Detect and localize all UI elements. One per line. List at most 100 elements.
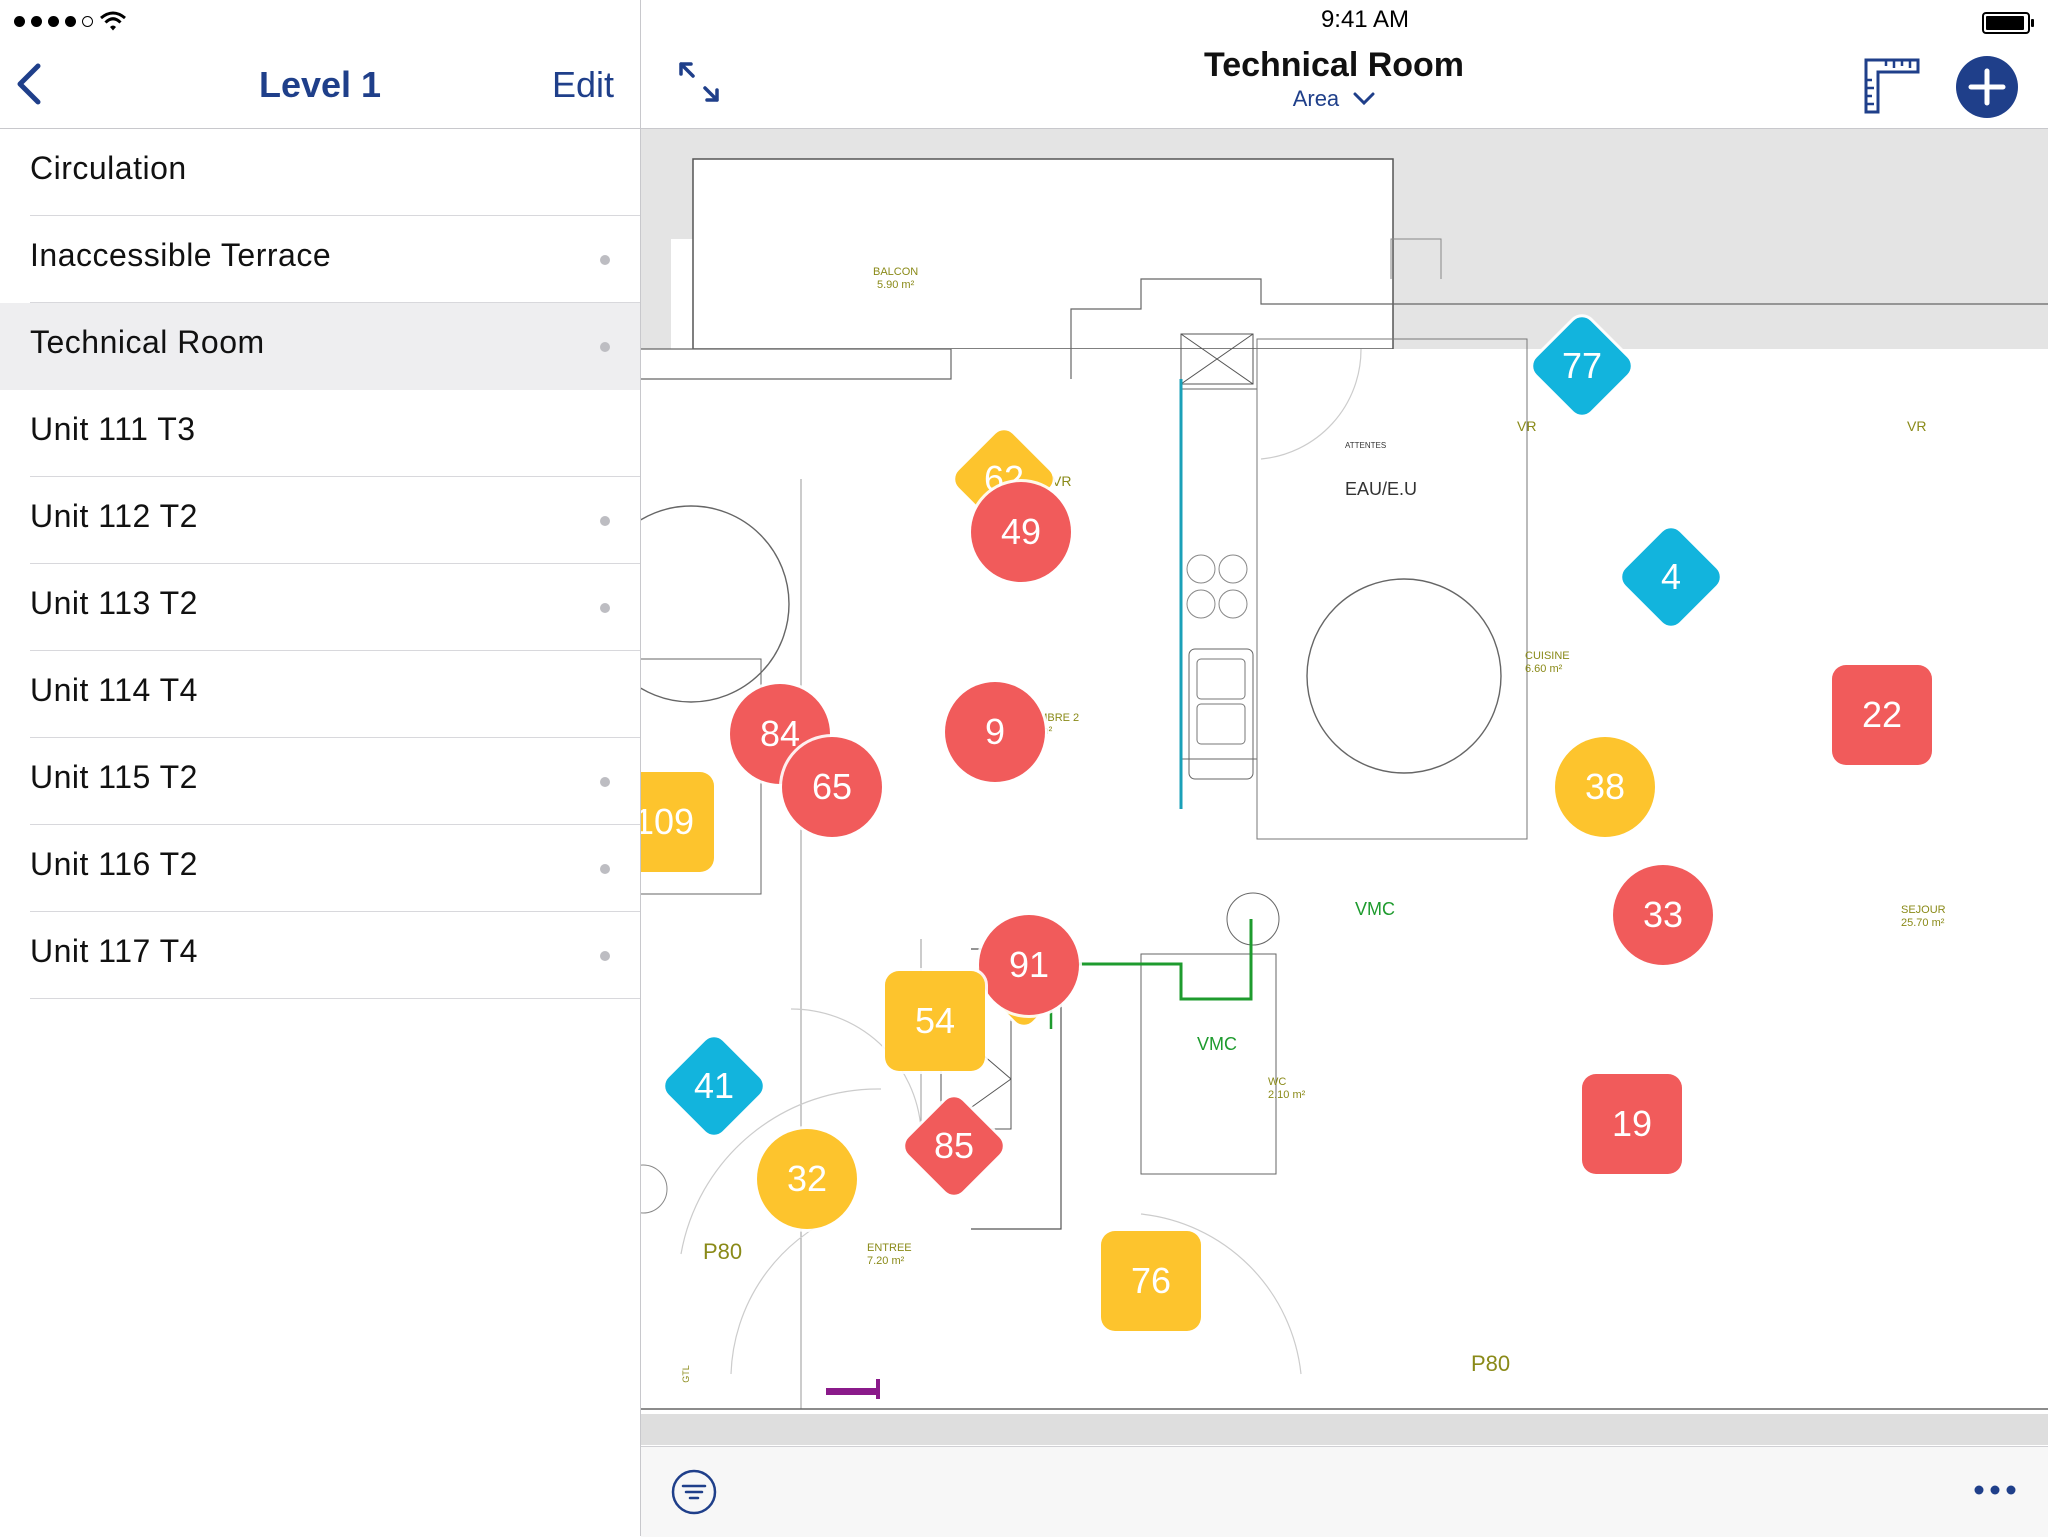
issue-number: 19 [1611, 1103, 1653, 1144]
issue-pin[interactable]: 9 [945, 682, 1045, 782]
list-item[interactable]: Unit 112 T2 [30, 477, 640, 564]
plan-annotation: P80 [1471, 1351, 1511, 1376]
issue-number: 76 [1130, 1260, 1172, 1301]
plan-annotation: VMC [1355, 899, 1395, 919]
issue-number: 109 [641, 801, 695, 842]
issue-pin[interactable]: 32 [757, 1129, 857, 1229]
plan-view: 9:41 AM Technical Room Area BALCON 5.90 … [641, 0, 2048, 1537]
issue-indicator-dot [600, 864, 610, 874]
issue-indicator-dot [600, 516, 610, 526]
issue-number: 77 [1561, 344, 1603, 386]
add-button[interactable] [1956, 56, 2018, 118]
area-sidebar: Level 1 Edit Circulation Inaccessible Te… [0, 0, 641, 1536]
area-title: Technical Room [1203, 46, 1465, 84]
edit-button[interactable]: Edit [552, 64, 614, 106]
floor-plan-canvas[interactable]: BALCON 5.90 m² CHAMBRE 2 9.10 m² CUISINE… [641, 129, 2048, 1445]
signal-dot [31, 15, 42, 27]
area-label: Unit 112 T2 [30, 498, 198, 534]
issue-pin[interactable]: 76 [1101, 1231, 1201, 1331]
area-label: Circulation [30, 150, 187, 186]
issue-number: 85 [933, 1124, 975, 1166]
issue-number: 32 [786, 1158, 828, 1199]
area-label: Unit 116 T2 [30, 846, 198, 882]
sidebar-nav-bar: Level 1 Edit [0, 44, 640, 129]
issue-pin[interactable]: 54 [885, 971, 985, 1071]
issue-pin[interactable]: 33 [1613, 865, 1713, 965]
issue-indicator-dot [600, 342, 610, 352]
list-item[interactable]: Unit 114 T4 [30, 651, 640, 738]
room-label-cuisine: CUISINE 6.60 m² [1525, 650, 1570, 676]
plan-annotation: VMC [1197, 1034, 1237, 1054]
issue-number: 38 [1584, 766, 1626, 807]
list-item[interactable]: Unit 113 T2 [30, 564, 640, 651]
list-item[interactable]: Unit 117 T4 [30, 912, 640, 999]
issue-pin[interactable]: 19 [1582, 1074, 1682, 1174]
issue-number: 41 [693, 1064, 735, 1106]
issue-pin[interactable]: 109 [641, 772, 714, 872]
issue-number: 9 [984, 711, 1006, 752]
room-label-balcon: BALCON 5.90 m² [873, 266, 918, 292]
issue-indicator-dot [600, 951, 610, 961]
issue-indicator-dot [600, 777, 610, 787]
room-name: ENTREE [867, 1242, 912, 1254]
list-item[interactable]: Unit 115 T2 [30, 738, 640, 825]
room-area: 7.20 m² [867, 1255, 905, 1267]
issue-number: 65 [811, 766, 853, 807]
area-label: Technical Room [30, 324, 265, 360]
level-title: Level 1 [258, 64, 382, 105]
plan-annotation: ATTENTES [1345, 441, 1387, 450]
signal-dot [82, 15, 93, 27]
area-type-selector[interactable]: Area [641, 86, 2027, 112]
issue-pin[interactable]: 38 [1555, 737, 1655, 837]
room-area: 25.70 m² [1901, 917, 1945, 929]
issue-number: 84 [759, 713, 801, 754]
list-item[interactable]: Unit 111 T3 [30, 390, 640, 477]
room-name: CUISINE [1525, 650, 1570, 662]
list-item[interactable]: Circulation [30, 129, 640, 216]
room-label-wc: WC 2.10 m² [1268, 1076, 1305, 1102]
plus-icon [1968, 68, 2006, 106]
room-area: 2.10 m² [1268, 1089, 1306, 1101]
plan-annotation: VR [1517, 418, 1537, 434]
room-area: 6.60 m² [1525, 663, 1563, 675]
filter-button[interactable] [671, 1469, 717, 1515]
issue-number: 33 [1642, 894, 1684, 935]
room-label-entree: ENTREE 7.20 m² [867, 1242, 912, 1268]
more-icon [1974, 1485, 2016, 1495]
issue-number: 22 [1861, 694, 1903, 735]
list-item[interactable]: Inaccessible Terrace [30, 216, 640, 303]
issue-number: 4 [1660, 556, 1682, 597]
battery-level [1986, 16, 2024, 30]
plan-annotation: VR [1907, 418, 1927, 434]
measure-button[interactable] [1864, 58, 1920, 114]
issue-number: 54 [914, 1000, 956, 1041]
plan-header: 9:41 AM Technical Room Area [641, 0, 2048, 129]
plan-annotation: VR [1052, 473, 1072, 489]
area-type-label: Area [1292, 86, 1340, 111]
more-button[interactable] [1970, 1475, 2020, 1505]
area-label: Unit 114 T4 [30, 672, 198, 708]
wifi-icon [100, 11, 126, 31]
ruler-icon [1864, 58, 1920, 114]
room-name: WC [1268, 1076, 1287, 1088]
issue-indicator-dot [600, 255, 610, 265]
area-label: Unit 115 T2 [30, 759, 198, 795]
list-item-selected[interactable]: Technical Room [0, 303, 640, 390]
area-label: Unit 111 T3 [30, 411, 196, 447]
area-label: Unit 113 T2 [30, 585, 198, 621]
list-item[interactable]: Unit 116 T2 [30, 825, 640, 912]
cellular-signal [14, 6, 127, 36]
issue-pin[interactable]: 65 [782, 737, 882, 837]
room-area: 5.90 m² [876, 279, 915, 291]
plan-annotation: GTL [680, 1365, 691, 1383]
room-name: SEJOUR [1901, 904, 1946, 916]
plan-toolbar [641, 1446, 2048, 1537]
issue-pin[interactable]: 91 [979, 915, 1079, 1015]
issue-pin[interactable]: 22 [1832, 665, 1932, 765]
issue-number: 49 [1000, 511, 1042, 552]
area-label: Unit 117 T4 [30, 933, 198, 969]
issue-pin[interactable]: 49 [971, 482, 1071, 582]
plan-annotation: EAU/E.U [1345, 479, 1418, 499]
issue-number: 91 [1008, 944, 1050, 985]
status-time: 9:41 AM [1320, 6, 1409, 33]
